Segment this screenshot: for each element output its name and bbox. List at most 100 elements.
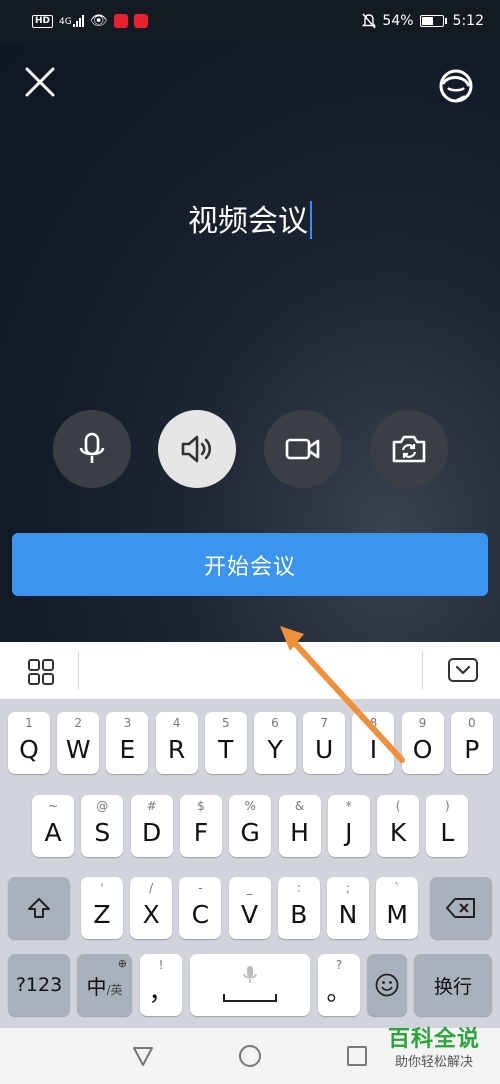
key-j[interactable]: * J [327,795,370,857]
grid-menu-icon[interactable] [26,657,56,687]
switch-camera-button[interactable] [370,410,448,488]
mute-bell-icon [362,13,377,29]
key-hint: - [198,881,203,895]
meeting-title-field[interactable]: 视频会议 [0,200,500,244]
key-x[interactable]: / X [130,877,173,939]
microphone-icon [79,432,105,463]
shift-icon [28,898,50,918]
key-s[interactable]: @ S [81,795,124,857]
language-switch-key[interactable]: ⊕ 中 /英 [77,954,132,1016]
key-hint: ` [394,881,401,895]
key-label: J [345,818,353,847]
customer-service-icon[interactable] [434,64,478,108]
language-key-alt-label: /英 [106,982,123,997]
emoji-key[interactable] [367,954,407,1016]
key-hint: & [294,799,305,813]
key-hint: 8 [369,716,378,730]
eye-icon: 👁 [89,13,108,29]
key-u[interactable]: 7U [303,712,346,774]
key-hint: ) [445,799,450,813]
comma-key[interactable]: ! ， [140,954,182,1016]
switch-camera-icon [392,435,426,463]
key-a[interactable]: ~ A [32,795,74,857]
key-f[interactable]: $ F [179,795,222,857]
start-meeting-button[interactable]: 开始会议 [12,533,488,596]
key-p[interactable]: 0P [450,712,493,774]
enter-key[interactable]: 换行 [414,954,492,1016]
key-k[interactable]: (K [377,795,420,857]
key-label: C [191,900,210,929]
key-hint: 6 [271,716,279,730]
backspace-icon [446,898,475,918]
key-hint: ( [395,799,401,813]
key-n[interactable]: ; N [327,877,369,939]
key-label: K [389,818,407,847]
period-key[interactable]: ? 。 [318,954,360,1016]
key-label: Q [19,735,39,764]
recents-square-icon[interactable] [345,1044,369,1068]
key-label: T [218,735,234,764]
numbers-key[interactable]: ?123 [8,954,70,1016]
key-label: E [119,735,136,764]
key-h[interactable]: & H [278,795,321,857]
key-b[interactable]: :B [277,877,320,939]
key-label: O [412,735,433,764]
speaker-icon [181,435,212,463]
key-label: G [240,818,260,847]
camera-button[interactable] [264,410,342,488]
key-i[interactable]: 8I [352,712,395,774]
meeting-title: 视频会议 [188,204,308,239]
back-triangle-icon[interactable] [131,1044,155,1068]
backspace-key[interactable] [430,877,492,939]
close-icon[interactable] [22,64,58,100]
key-hint: 2 [74,716,82,730]
space-key[interactable] [190,954,310,1016]
battery-percent: 54% [382,13,414,29]
speaker-button[interactable] [158,410,236,488]
key-e[interactable]: 3E [106,712,149,774]
key-w[interactable]: 2W [57,712,100,774]
home-circle-icon[interactable] [238,1044,262,1068]
key-label: ， [148,977,174,1006]
key-label: N [338,900,358,929]
enter-key-label: 换行 [433,975,472,998]
key-label: S [94,818,111,847]
key-q[interactable]: 1Q [8,712,50,774]
key-y[interactable]: 6Y [254,712,296,774]
key-label: B [290,900,308,929]
watermark-title: 百科全说 [387,1027,480,1052]
key-label: L [440,818,455,847]
key-r[interactable]: 4R [155,712,198,774]
key-hint: : [296,881,301,895]
key-t[interactable]: 5T [204,712,247,774]
key-hint: 0 [467,716,476,730]
keyboard: 1Q2W3E4R5T6Y7U8I9O0P ~ A @ S # D $ F% G & H * J(K) L … [0,700,500,1028]
meeting-screen: 视频会议 开始会议 [0,42,500,642]
key-hint: ~ [47,799,59,813]
key-o[interactable]: 9O [401,712,444,774]
key-label: F [193,818,209,847]
key-label: Y [267,735,283,764]
key-label: P [464,735,480,764]
numbers-key-label: ?123 [15,974,63,996]
microphone-button[interactable] [53,410,131,488]
key-hint: ? [335,958,343,972]
key-l[interactable]: ) L [426,795,469,857]
shift-key[interactable] [8,877,70,939]
key-hint: 9 [418,716,427,730]
space-mic-icon [243,966,257,983]
key-c[interactable]: -C [179,877,222,939]
key-z[interactable]: ' Z [81,877,123,939]
key-g[interactable]: % G [229,795,272,857]
signal-bars [72,15,84,27]
video-app-icon [113,14,128,28]
key-d[interactable]: # D [130,795,173,857]
toolbar-divider [422,652,423,690]
key-label: M [386,900,408,929]
key-v[interactable]: _ V [228,877,271,939]
key-m[interactable]: ` M [376,877,419,939]
toolbar-divider [78,652,79,690]
status-right: 54% 5:12 [362,13,484,29]
key-label: U [315,735,334,764]
hide-keyboard-icon[interactable] [446,656,480,686]
